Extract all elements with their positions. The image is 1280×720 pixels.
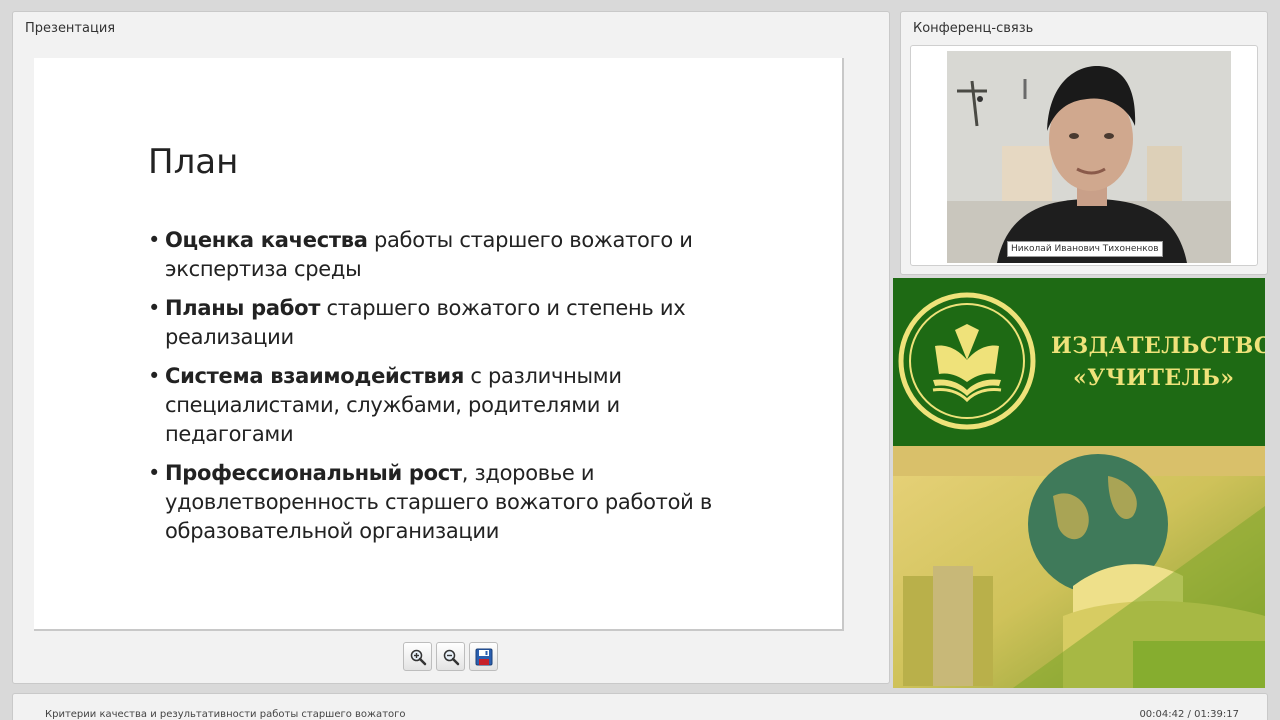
slide-bullet: • Профессиональный рост, здоровье и удовл… (148, 461, 712, 543)
slide-toolbar (403, 642, 498, 672)
publisher-name-line2: «УЧИТЕЛЬ» (1073, 365, 1235, 391)
publisher-banner: ИЗДАТЕЛЬСТВО «УЧИТЕЛЬ» (893, 278, 1265, 688)
books-globe-illustration (893, 446, 1265, 688)
slide-bullet-list: • Оценка качества работы старшего вожатог… (148, 226, 728, 556)
presentation-panel-title: Презентация (25, 21, 116, 36)
bullet-bold-text: Профессиональный рост (165, 461, 462, 485)
video-window: Николай Иванович Тихоненков (910, 45, 1258, 266)
books-globe-image (893, 446, 1265, 688)
floppy-disk-icon (475, 648, 492, 665)
bottom-status-bar: Критерии качества и результативности раб… (12, 693, 1268, 720)
playback-timer: 00:04:42 / 01:39:17 (1139, 709, 1239, 720)
slide-bullet: • Оценка качества работы старшего вожатог… (148, 228, 693, 281)
publisher-name-line1: ИЗДАТЕЛЬСТВО (1051, 333, 1265, 359)
slide-bullet: • Планы работ старшего вожатого и степень… (148, 296, 686, 349)
slide-bullet: • Система взаимодействия с различными спе… (148, 364, 622, 446)
save-button[interactable] (469, 642, 498, 671)
zoom-in-button[interactable] (403, 642, 432, 671)
bullet-bold-text: Оценка качества (165, 228, 368, 252)
bullet-bold-text: Планы работ (165, 296, 321, 320)
speaker-video-frame (947, 51, 1231, 263)
conference-panel-title: Конференц-связь (913, 21, 1034, 36)
zoom-in-icon (410, 649, 426, 665)
slide-title: План (148, 142, 239, 182)
presentation-slide: План • Оценка качества работы старшего во… (34, 58, 844, 631)
zoom-out-icon (443, 649, 459, 665)
speaker-name-tag: Николай Иванович Тихоненков (1007, 241, 1163, 257)
presentation-panel: Презентация План • Оценка качества работы… (12, 11, 890, 684)
speaker-video: Николай Иванович Тихоненков (947, 51, 1231, 263)
lecture-title: Критерии качества и результативности раб… (45, 709, 406, 720)
zoom-out-button[interactable] (436, 642, 465, 671)
publisher-logo-icon (898, 292, 1036, 430)
publisher-header: ИЗДАТЕЛЬСТВО «УЧИТЕЛЬ» (893, 278, 1265, 446)
bullet-bold-text: Система взаимодействия (165, 364, 465, 388)
conference-panel: Конференц-связь Николай Иванович Тихонен… (900, 11, 1268, 275)
